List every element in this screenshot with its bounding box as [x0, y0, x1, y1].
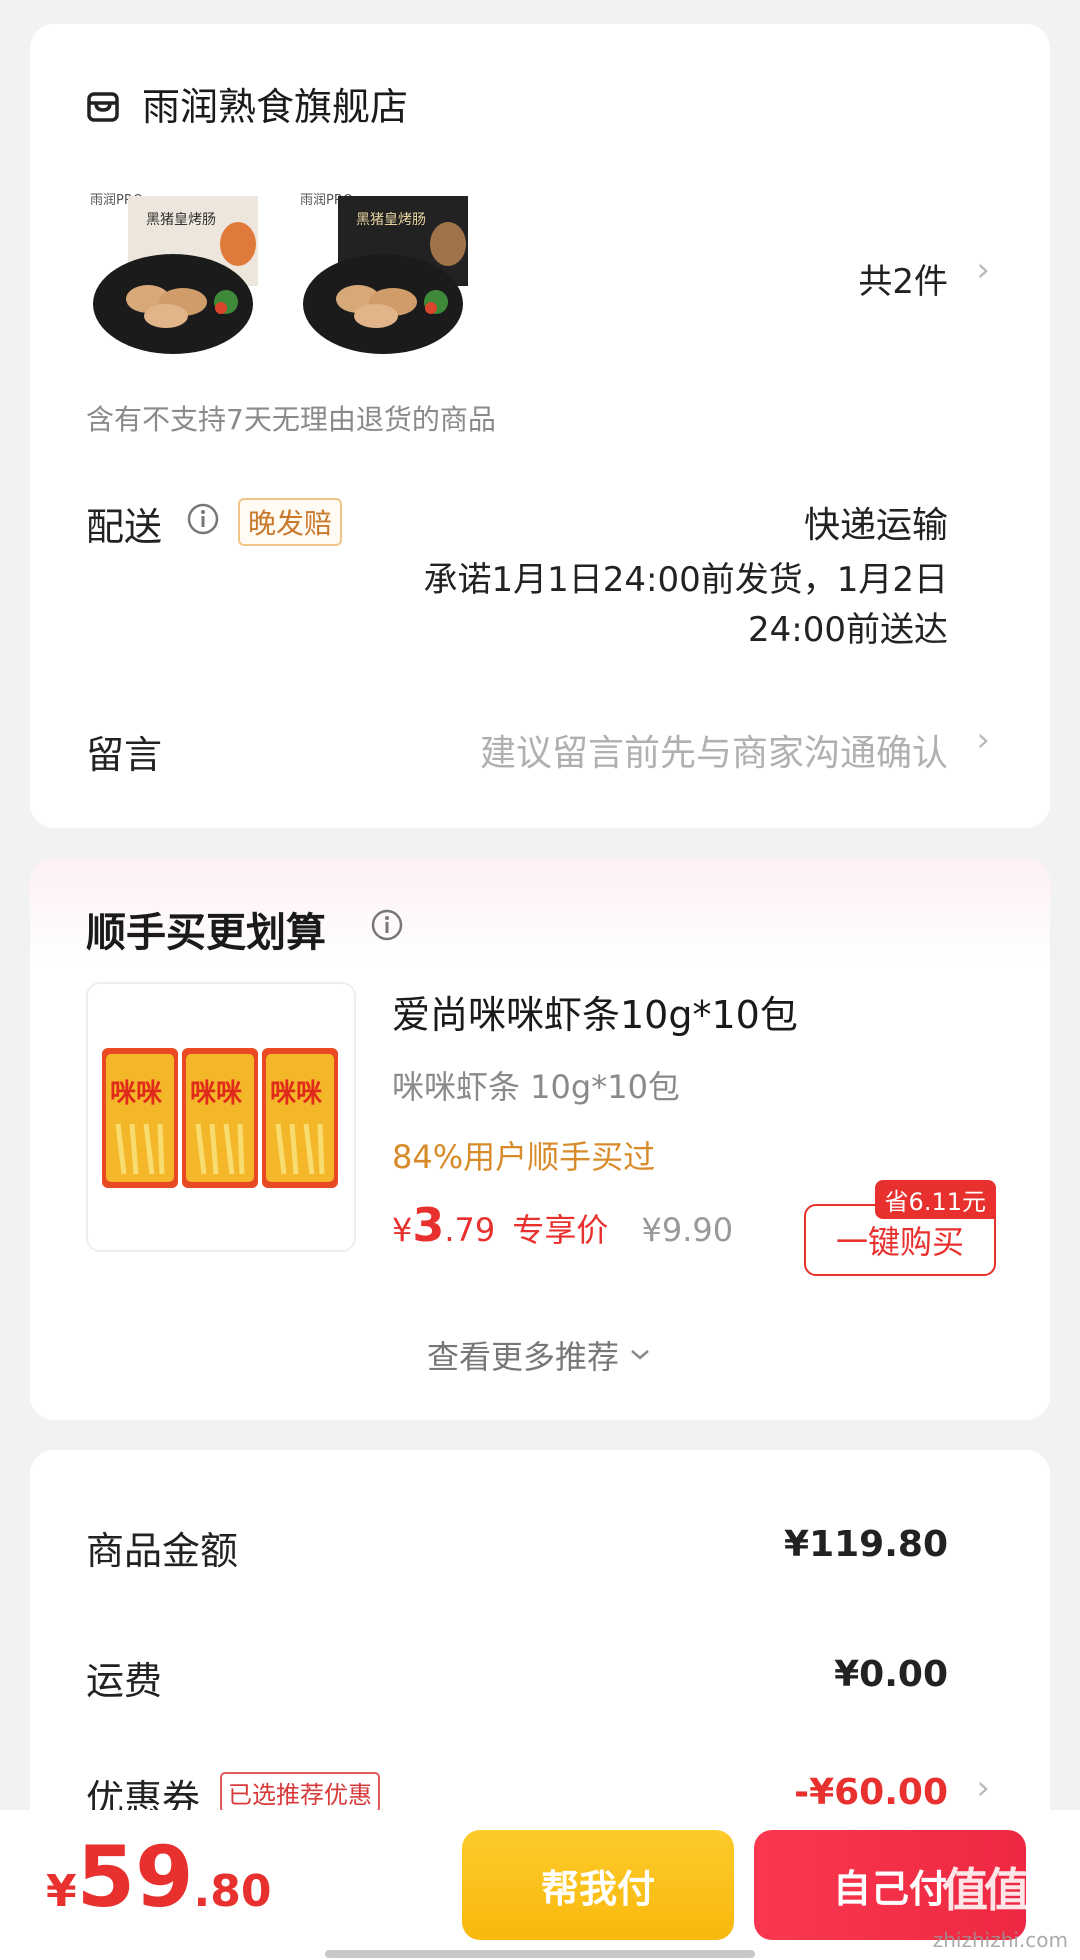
- snack-pack-label: 咪咪: [270, 1079, 322, 1109]
- addon-product-name[interactable]: 爱尚咪咪虾条10g*10包: [392, 984, 798, 1039]
- total-symbol: ¥: [46, 1866, 77, 1917]
- total-price: ¥59.80: [46, 1828, 271, 1926]
- thumb-box-title: 黑猪皇烤肠: [146, 212, 216, 228]
- delivery-promise-line1: 承诺1月1日24:00前发货，1月2日: [423, 560, 948, 600]
- goods-amount-label: 商品金额: [86, 1529, 239, 1573]
- price-decimal: .79: [444, 1211, 496, 1249]
- price-label: 专享价: [512, 1211, 609, 1249]
- return-notice: 含有不支持7天无理由退货的商品: [86, 403, 496, 436]
- chevron-right-icon[interactable]: ›: [976, 720, 990, 760]
- product-thumbnail[interactable]: 雨润PRO 黑猪皇烤肠: [88, 184, 268, 364]
- shipping-value: ¥0.00: [834, 1654, 948, 1695]
- one-click-buy-label: 一键购买: [835, 1223, 964, 1261]
- store-icon: [86, 90, 120, 124]
- addon-title: 顺手买更划算: [86, 910, 326, 956]
- watermark-site: zhizhizhi.com: [932, 1928, 1068, 1952]
- price-symbol: ¥: [392, 1211, 413, 1249]
- info-icon[interactable]: [370, 908, 404, 942]
- coupon-badge: 已选推荐优惠: [220, 1772, 380, 1813]
- summary-card: 商品金额 ¥119.80 运费 ¥0.00 优惠券 已选推荐优惠 -¥60.00…: [30, 1450, 1050, 1830]
- goods-amount-value: ¥119.80: [784, 1524, 948, 1565]
- order-card: 雨润熟食旗舰店 雨润PRO 黑猪皇烤肠 雨润PRO 黑猪皇烤肠 共2件 › 含有…: [30, 24, 1050, 828]
- thumb-box-title: 黑猪皇烤肠: [356, 212, 426, 228]
- addon-product-spec: 咪咪虾条 10g*10包: [392, 1068, 680, 1106]
- delivery-method: 快递运输: [803, 505, 948, 546]
- total-decimal: .80: [193, 1866, 272, 1917]
- more-recommendations-label: 查看更多推荐: [426, 1338, 619, 1376]
- chevron-right-icon[interactable]: ›: [976, 250, 990, 290]
- pay-myself-label: 自己付: [832, 1866, 947, 1911]
- watermark-logo: 值值值: [942, 1863, 1072, 1917]
- chevron-right-icon[interactable]: ›: [976, 1768, 990, 1808]
- coupon-value[interactable]: -¥60.00: [794, 1772, 948, 1813]
- store-name[interactable]: 雨润熟食旗舰店: [142, 76, 408, 131]
- addon-product-image[interactable]: 咪咪 咪咪 咪咪: [86, 982, 356, 1252]
- chevron-down-icon: [627, 1342, 653, 1368]
- addon-card: 顺手买更划算 咪咪 咪咪 咪咪 爱尚咪咪虾条10g*10包 咪咪虾条 10g*1…: [30, 858, 1050, 1420]
- home-indicator: [325, 1950, 755, 1958]
- more-recommendations-link[interactable]: 查看更多推荐: [30, 1332, 1050, 1378]
- original-price: ¥9.90: [641, 1211, 734, 1249]
- late-compensation-badge[interactable]: 晚发赔: [238, 498, 343, 546]
- info-icon[interactable]: [186, 502, 220, 536]
- product-thumbnail[interactable]: 雨润PRO 黑猪皇烤肠: [298, 184, 478, 364]
- snack-pack-label: 咪咪: [110, 1079, 162, 1109]
- checkout-bar: ¥59.80 帮我付 自己付 值值值 zhizhizhi.com: [0, 1810, 1080, 1960]
- message-input[interactable]: 建议留言前先与商家沟通确认: [480, 724, 948, 776]
- delivery-promise-line2: 24:00前送达: [748, 610, 948, 650]
- snack-pack-label: 咪咪: [190, 1079, 242, 1109]
- shipping-label: 运费: [86, 1659, 163, 1703]
- message-label: 留言: [86, 733, 163, 777]
- addon-social-proof: 84%用户顺手买过: [392, 1138, 656, 1176]
- total-integer: 59: [76, 1828, 194, 1926]
- help-me-pay-button[interactable]: 帮我付: [462, 1830, 734, 1940]
- help-me-pay-label: 帮我付: [540, 1866, 655, 1911]
- item-count[interactable]: 共2件: [858, 254, 948, 303]
- price-integer: 3: [412, 1198, 445, 1252]
- delivery-label: 配送: [86, 505, 163, 549]
- savings-badge: 省6.11元: [874, 1180, 996, 1219]
- addon-price: ¥3.79 专享价 ¥9.90: [392, 1198, 733, 1252]
